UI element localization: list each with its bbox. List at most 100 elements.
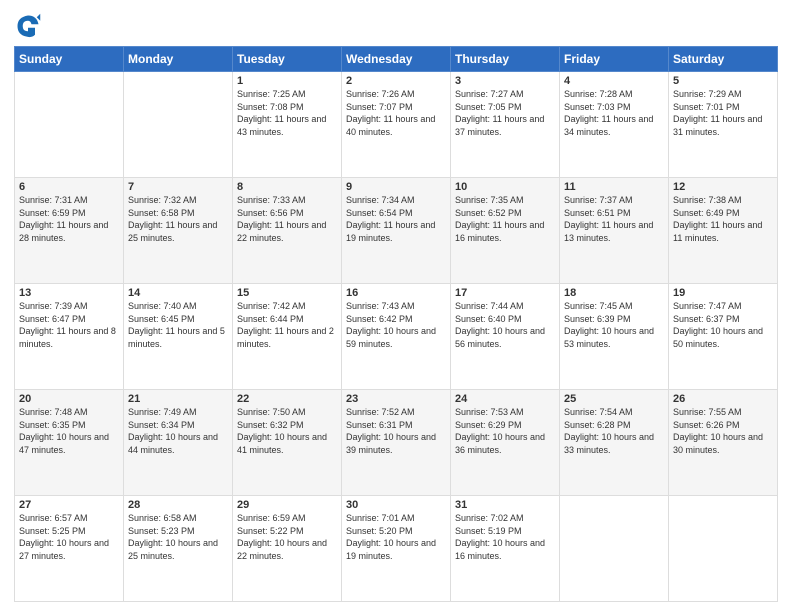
calendar-cell: 18Sunrise: 7:45 AM Sunset: 6:39 PM Dayli… [560, 284, 669, 390]
calendar-cell: 10Sunrise: 7:35 AM Sunset: 6:52 PM Dayli… [451, 178, 560, 284]
calendar-cell: 27Sunrise: 6:57 AM Sunset: 5:25 PM Dayli… [15, 496, 124, 602]
day-info: Sunrise: 7:42 AM Sunset: 6:44 PM Dayligh… [237, 300, 337, 350]
calendar-cell [669, 496, 778, 602]
calendar-cell: 21Sunrise: 7:49 AM Sunset: 6:34 PM Dayli… [124, 390, 233, 496]
calendar-week-row: 1Sunrise: 7:25 AM Sunset: 7:08 PM Daylig… [15, 72, 778, 178]
day-info: Sunrise: 7:43 AM Sunset: 6:42 PM Dayligh… [346, 300, 446, 350]
day-info: Sunrise: 7:28 AM Sunset: 7:03 PM Dayligh… [564, 88, 664, 138]
day-number: 21 [128, 393, 228, 405]
day-number: 22 [237, 393, 337, 405]
calendar-cell: 29Sunrise: 6:59 AM Sunset: 5:22 PM Dayli… [233, 496, 342, 602]
day-number: 7 [128, 181, 228, 193]
calendar-cell: 12Sunrise: 7:38 AM Sunset: 6:49 PM Dayli… [669, 178, 778, 284]
calendar-cell: 5Sunrise: 7:29 AM Sunset: 7:01 PM Daylig… [669, 72, 778, 178]
day-number: 25 [564, 393, 664, 405]
calendar-week-row: 27Sunrise: 6:57 AM Sunset: 5:25 PM Dayli… [15, 496, 778, 602]
day-number: 4 [564, 75, 664, 87]
day-number: 11 [564, 181, 664, 193]
calendar-cell: 14Sunrise: 7:40 AM Sunset: 6:45 PM Dayli… [124, 284, 233, 390]
calendar-week-row: 13Sunrise: 7:39 AM Sunset: 6:47 PM Dayli… [15, 284, 778, 390]
day-info: Sunrise: 7:48 AM Sunset: 6:35 PM Dayligh… [19, 406, 119, 456]
calendar-cell [15, 72, 124, 178]
calendar-cell [124, 72, 233, 178]
day-info: Sunrise: 7:35 AM Sunset: 6:52 PM Dayligh… [455, 194, 555, 244]
day-info: Sunrise: 7:50 AM Sunset: 6:32 PM Dayligh… [237, 406, 337, 456]
calendar-cell: 15Sunrise: 7:42 AM Sunset: 6:44 PM Dayli… [233, 284, 342, 390]
calendar-cell: 3Sunrise: 7:27 AM Sunset: 7:05 PM Daylig… [451, 72, 560, 178]
day-info: Sunrise: 7:33 AM Sunset: 6:56 PM Dayligh… [237, 194, 337, 244]
calendar-cell: 9Sunrise: 7:34 AM Sunset: 6:54 PM Daylig… [342, 178, 451, 284]
day-info: Sunrise: 7:52 AM Sunset: 6:31 PM Dayligh… [346, 406, 446, 456]
day-number: 19 [673, 287, 773, 299]
day-info: Sunrise: 7:29 AM Sunset: 7:01 PM Dayligh… [673, 88, 773, 138]
day-info: Sunrise: 7:34 AM Sunset: 6:54 PM Dayligh… [346, 194, 446, 244]
day-info: Sunrise: 7:32 AM Sunset: 6:58 PM Dayligh… [128, 194, 228, 244]
calendar-cell: 1Sunrise: 7:25 AM Sunset: 7:08 PM Daylig… [233, 72, 342, 178]
day-number: 28 [128, 499, 228, 511]
page: SundayMondayTuesdayWednesdayThursdayFrid… [0, 0, 792, 612]
day-info: Sunrise: 6:58 AM Sunset: 5:23 PM Dayligh… [128, 512, 228, 562]
day-number: 20 [19, 393, 119, 405]
day-number: 9 [346, 181, 446, 193]
day-info: Sunrise: 7:27 AM Sunset: 7:05 PM Dayligh… [455, 88, 555, 138]
calendar-cell: 28Sunrise: 6:58 AM Sunset: 5:23 PM Dayli… [124, 496, 233, 602]
day-number: 6 [19, 181, 119, 193]
calendar-cell: 13Sunrise: 7:39 AM Sunset: 6:47 PM Dayli… [15, 284, 124, 390]
calendar-cell: 16Sunrise: 7:43 AM Sunset: 6:42 PM Dayli… [342, 284, 451, 390]
day-number: 10 [455, 181, 555, 193]
day-number: 24 [455, 393, 555, 405]
day-number: 15 [237, 287, 337, 299]
weekday-header-row: SundayMondayTuesdayWednesdayThursdayFrid… [15, 47, 778, 72]
calendar-cell: 19Sunrise: 7:47 AM Sunset: 6:37 PM Dayli… [669, 284, 778, 390]
calendar-cell: 31Sunrise: 7:02 AM Sunset: 5:19 PM Dayli… [451, 496, 560, 602]
weekday-header: Saturday [669, 47, 778, 72]
calendar-cell: 30Sunrise: 7:01 AM Sunset: 5:20 PM Dayli… [342, 496, 451, 602]
calendar-cell: 23Sunrise: 7:52 AM Sunset: 6:31 PM Dayli… [342, 390, 451, 496]
weekday-header: Sunday [15, 47, 124, 72]
calendar-cell: 2Sunrise: 7:26 AM Sunset: 7:07 PM Daylig… [342, 72, 451, 178]
day-info: Sunrise: 7:53 AM Sunset: 6:29 PM Dayligh… [455, 406, 555, 456]
day-number: 17 [455, 287, 555, 299]
weekday-header: Friday [560, 47, 669, 72]
day-number: 3 [455, 75, 555, 87]
day-info: Sunrise: 6:57 AM Sunset: 5:25 PM Dayligh… [19, 512, 119, 562]
day-info: Sunrise: 7:25 AM Sunset: 7:08 PM Dayligh… [237, 88, 337, 138]
day-number: 2 [346, 75, 446, 87]
day-info: Sunrise: 7:31 AM Sunset: 6:59 PM Dayligh… [19, 194, 119, 244]
day-number: 29 [237, 499, 337, 511]
day-info: Sunrise: 7:54 AM Sunset: 6:28 PM Dayligh… [564, 406, 664, 456]
day-info: Sunrise: 7:47 AM Sunset: 6:37 PM Dayligh… [673, 300, 773, 350]
day-number: 1 [237, 75, 337, 87]
calendar-cell: 20Sunrise: 7:48 AM Sunset: 6:35 PM Dayli… [15, 390, 124, 496]
day-number: 5 [673, 75, 773, 87]
weekday-header: Monday [124, 47, 233, 72]
day-info: Sunrise: 7:01 AM Sunset: 5:20 PM Dayligh… [346, 512, 446, 562]
calendar-cell: 26Sunrise: 7:55 AM Sunset: 6:26 PM Dayli… [669, 390, 778, 496]
logo-icon [14, 12, 42, 40]
logo [14, 10, 42, 40]
day-number: 27 [19, 499, 119, 511]
calendar-cell: 22Sunrise: 7:50 AM Sunset: 6:32 PM Dayli… [233, 390, 342, 496]
day-info: Sunrise: 7:26 AM Sunset: 7:07 PM Dayligh… [346, 88, 446, 138]
day-number: 13 [19, 287, 119, 299]
day-number: 23 [346, 393, 446, 405]
calendar-cell: 17Sunrise: 7:44 AM Sunset: 6:40 PM Dayli… [451, 284, 560, 390]
day-number: 18 [564, 287, 664, 299]
calendar-table: SundayMondayTuesdayWednesdayThursdayFrid… [14, 46, 778, 602]
day-number: 8 [237, 181, 337, 193]
calendar-week-row: 20Sunrise: 7:48 AM Sunset: 6:35 PM Dayli… [15, 390, 778, 496]
header [14, 10, 778, 40]
calendar-cell: 24Sunrise: 7:53 AM Sunset: 6:29 PM Dayli… [451, 390, 560, 496]
calendar-cell: 8Sunrise: 7:33 AM Sunset: 6:56 PM Daylig… [233, 178, 342, 284]
calendar-cell: 25Sunrise: 7:54 AM Sunset: 6:28 PM Dayli… [560, 390, 669, 496]
day-info: Sunrise: 7:37 AM Sunset: 6:51 PM Dayligh… [564, 194, 664, 244]
day-number: 26 [673, 393, 773, 405]
calendar-cell [560, 496, 669, 602]
calendar-cell: 4Sunrise: 7:28 AM Sunset: 7:03 PM Daylig… [560, 72, 669, 178]
day-info: Sunrise: 7:38 AM Sunset: 6:49 PM Dayligh… [673, 194, 773, 244]
calendar-cell: 7Sunrise: 7:32 AM Sunset: 6:58 PM Daylig… [124, 178, 233, 284]
weekday-header: Tuesday [233, 47, 342, 72]
calendar-cell: 6Sunrise: 7:31 AM Sunset: 6:59 PM Daylig… [15, 178, 124, 284]
calendar-week-row: 6Sunrise: 7:31 AM Sunset: 6:59 PM Daylig… [15, 178, 778, 284]
day-info: Sunrise: 7:55 AM Sunset: 6:26 PM Dayligh… [673, 406, 773, 456]
